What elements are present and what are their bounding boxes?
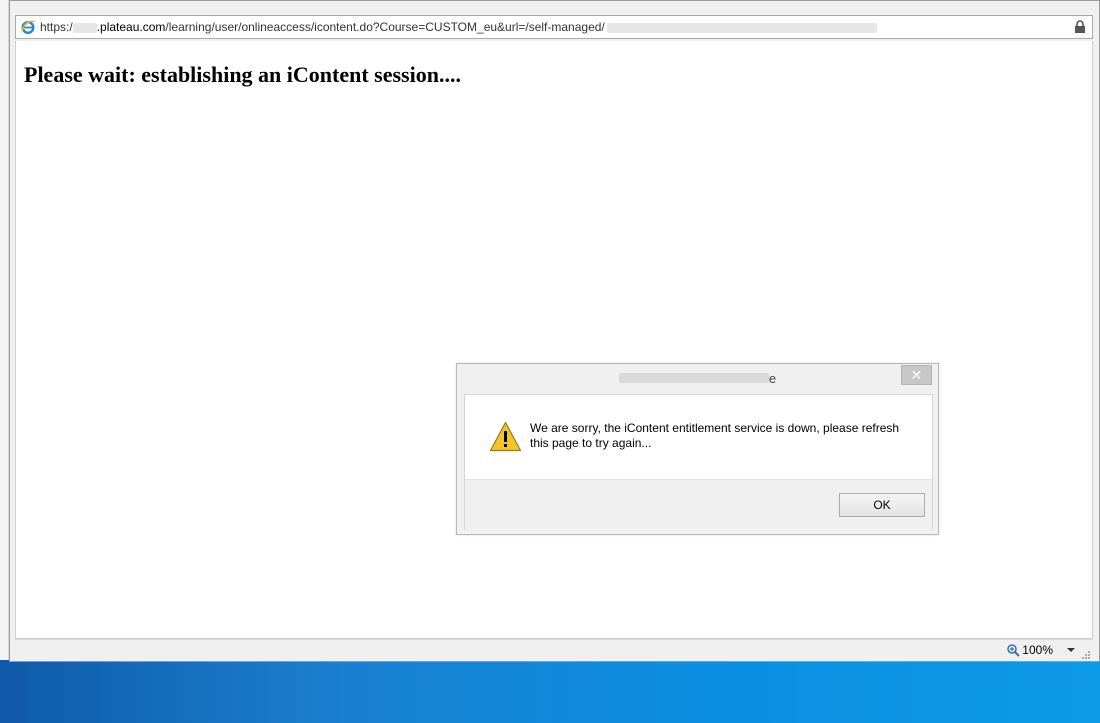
- zoom-dropdown-caret-icon[interactable]: [1067, 648, 1075, 652]
- zoom-icon: [1007, 644, 1021, 657]
- dialog-body: We are sorry, the iContent entitlement s…: [464, 394, 933, 530]
- zoom-control[interactable]: 100%: [1006, 643, 1053, 657]
- ok-button[interactable]: OK: [839, 493, 925, 517]
- resize-grip-icon[interactable]: [1082, 651, 1090, 659]
- lock-icon[interactable]: [1074, 20, 1086, 34]
- dialog-title-bar[interactable]: e: [457, 364, 938, 392]
- redacted-subdomain: [72, 22, 97, 33]
- url-domain: .plateau.com: [96, 20, 166, 34]
- page-content: Please wait: establishing an iContent se…: [15, 41, 1093, 639]
- redacted-dialog-title: [618, 373, 769, 383]
- warning-icon: [489, 421, 522, 452]
- ie-icon: [20, 19, 36, 35]
- address-bar[interactable]: https:/ .plateau.com/learning/user/online…: [15, 15, 1093, 39]
- status-bar: 100%: [15, 639, 1093, 661]
- url-path: /learning/user/onlineaccess/icontent.do?…: [165, 20, 605, 34]
- dialog-close-button[interactable]: ✕: [901, 365, 932, 385]
- dialog-title: e: [618, 370, 777, 386]
- background-window-left-edge: [0, 0, 9, 660]
- popup-browser-window: https:/ .plateau.com/learning/user/online…: [9, 0, 1100, 662]
- dialog-button-area: OK: [465, 479, 932, 530]
- page-heading: Please wait: establishing an iContent se…: [24, 62, 461, 87]
- desktop-background: [0, 660, 1100, 723]
- dialog-message: We are sorry, the iContent entitlement s…: [530, 421, 900, 450]
- alert-dialog: e ✕ We are sorry, the iContent entitleme…: [456, 363, 939, 535]
- content-scroll-track: [1088, 41, 1092, 638]
- zoom-level: 100%: [1022, 643, 1053, 657]
- url-text[interactable]: https:/ .plateau.com/learning/user/online…: [40, 20, 877, 34]
- redacted-url-tail: [606, 22, 877, 33]
- dialog-title-visible-suffix: e: [768, 370, 777, 386]
- url-scheme: https:/: [40, 20, 73, 34]
